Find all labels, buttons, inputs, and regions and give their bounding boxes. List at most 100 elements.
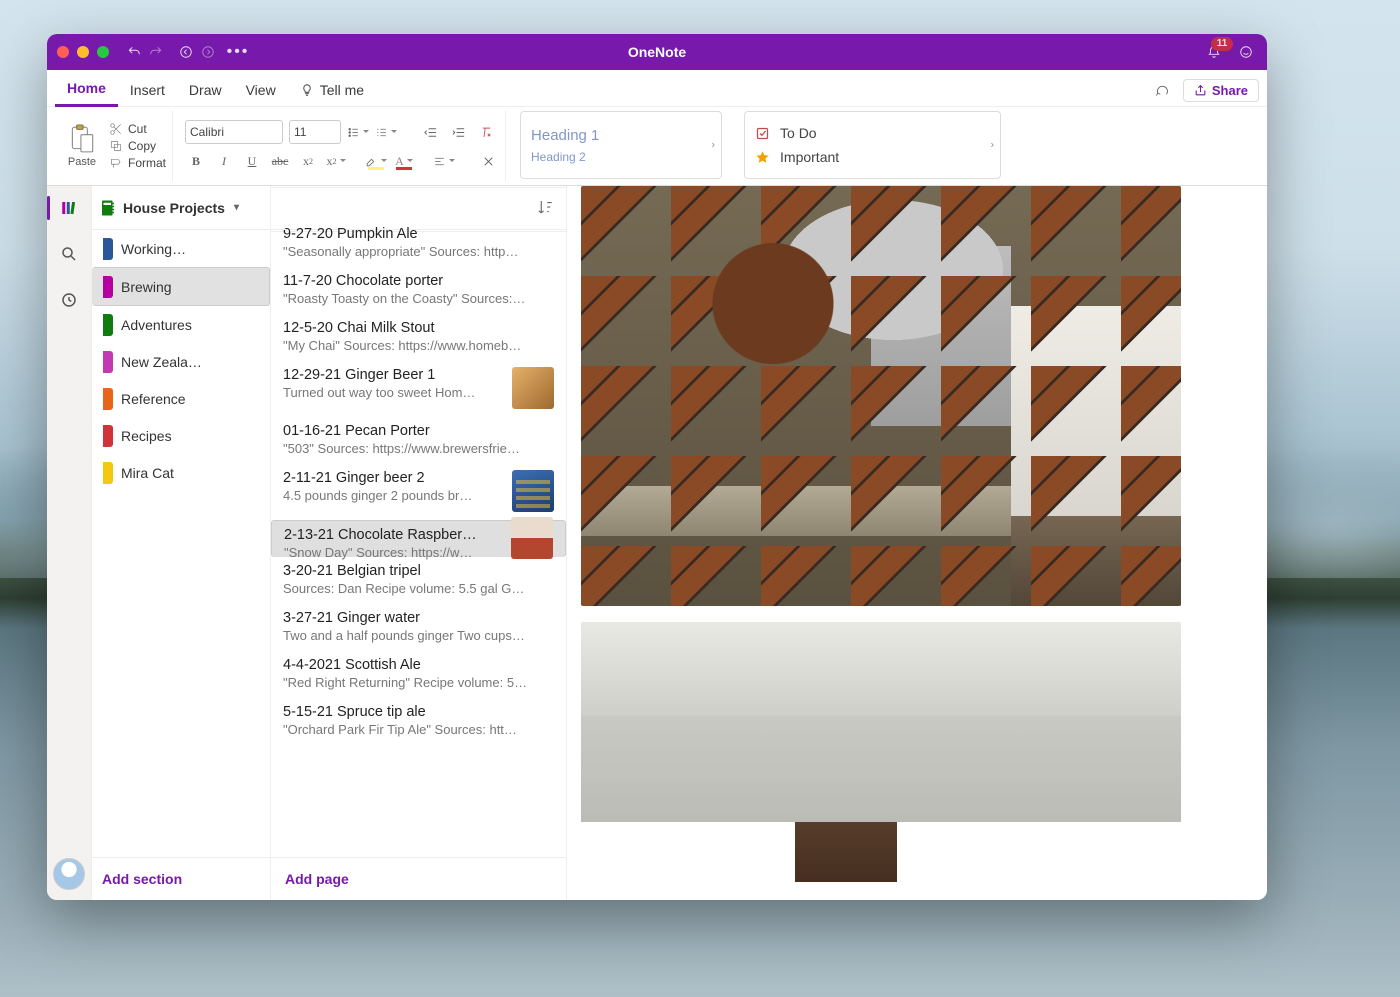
notebook-icon [100,199,116,217]
page-item[interactable]: 01-16-21 Pecan Porter "503" Sources: http… [271,417,566,464]
rail-search[interactable] [55,240,83,268]
page-item[interactable]: 2-13-21 Chocolate Raspber…"Snow Day" Sou… [271,520,566,557]
page-item[interactable]: 5-15-21 Spruce tip ale"Orchard Park Fir … [271,698,566,745]
ribbon-font-group: B I U abc x2 x2 A [179,111,506,181]
italic-button[interactable]: I [213,150,235,172]
fullscreen-window[interactable] [97,46,109,58]
section-item[interactable]: Mira Cat [92,454,270,491]
section-color-tab [103,462,113,484]
nav-back-button[interactable] [175,41,197,63]
tell-me-search[interactable]: Tell me [288,74,376,106]
more-button[interactable]: ••• [227,41,249,63]
page-title: 11-7-20 Chocolate porter [283,273,554,289]
section-color-tab [103,425,113,447]
notebooks-icon [60,199,78,217]
bold-button[interactable]: B [185,150,207,172]
page-snippet: "Red Right Returning" Recipe volume: 5… [283,675,554,690]
strikethrough-button[interactable]: abc [269,150,291,172]
notifications-button[interactable]: 11 [1203,41,1225,63]
app-window: ••• OneNote 11 Home Insert Draw View Tel… [47,34,1267,900]
styles-gallery[interactable]: Heading 1 Heading 2 › [520,111,722,179]
add-page-button[interactable]: Add page [271,857,566,900]
align-button[interactable] [433,150,455,172]
tags-gallery[interactable]: To Do Important › [744,111,1001,179]
font-color-button[interactable]: A [393,150,415,172]
bullets-button[interactable] [347,121,369,143]
section-label: New Zeala… [121,354,202,370]
tag-important[interactable]: Important [755,145,980,169]
tab-view[interactable]: View [234,74,288,106]
tab-home[interactable]: Home [55,72,118,107]
tab-insert[interactable]: Insert [118,74,177,106]
font-size-select[interactable] [289,120,341,144]
rail-notebooks[interactable] [55,194,83,222]
section-color-tab [103,276,113,298]
section-item[interactable]: New Zeala… [92,343,270,380]
page-item[interactable]: 3-20-21 Belgian tripelSources: Dan Recip… [271,557,566,604]
rail-recent[interactable] [55,286,83,314]
copy-button[interactable]: Copy [109,139,166,153]
subscript-button[interactable]: x2 [297,150,319,172]
redo-button[interactable] [145,41,167,63]
highlight-button[interactable] [365,150,387,172]
embedded-image[interactable] [581,186,1181,606]
section-item[interactable]: Working… [92,230,270,267]
format-painter-icon [109,156,123,170]
section-item[interactable]: Recipes [92,417,270,454]
notebook-picker[interactable]: House Projects ▾ [92,186,286,230]
sort-pages-button[interactable] [534,175,556,197]
cut-button[interactable]: Cut [109,122,166,136]
tag-todo[interactable]: To Do [755,121,980,145]
nav-forward-button[interactable] [197,41,219,63]
sort-pages-button[interactable] [536,198,554,221]
section-item[interactable]: Adventures [92,306,270,343]
workspace: House Projects ▾ Working…Brewing Adventur… [47,186,1267,900]
menu-tabs: Home Insert Draw View Tell me Share [47,70,1267,107]
section-item[interactable]: Reference [92,380,270,417]
add-section-button[interactable]: Add section [92,857,270,900]
paste-button[interactable]: Paste [59,124,105,168]
star-icon [755,150,770,165]
page-item[interactable]: 12-29-21 Ginger Beer 1Turned out way too… [271,361,566,417]
section-label: Reference [121,391,186,407]
page-item[interactable]: 3-27-21 Ginger water Two and a half pound… [271,604,566,651]
share-button[interactable]: Share [1183,79,1259,102]
section-label: Adventures [121,317,192,333]
minimize-window[interactable] [77,46,89,58]
clock-icon [60,291,78,309]
close-window[interactable] [57,46,69,58]
page-item[interactable]: 9-27-20 Pumpkin Ale"Seasonally appropria… [271,232,566,267]
numbering-button[interactable] [375,121,397,143]
clear-formatting-button[interactable] [475,121,497,143]
page-title: 01-16-21 Pecan Porter [283,423,554,439]
tell-me-label: Tell me [320,82,364,98]
page-snippet: Two and a half pounds ginger Two cups… [283,628,554,643]
sync-status-icon[interactable] [1151,80,1173,102]
page-item[interactable]: 2-11-21 Ginger beer 24.5 pounds ginger 2… [271,464,566,520]
page-item[interactable]: 4-4-2021 Scottish Ale"Red Right Returnin… [271,651,566,698]
format-painter-button[interactable]: Format [109,156,166,170]
superscript-button[interactable]: x2 [325,150,347,172]
undo-button[interactable] [123,41,145,63]
note-canvas[interactable] [567,186,1267,900]
page-list: 9-27-20 Pumpkin Ale"Seasonally appropria… [271,187,566,857]
section-item[interactable]: Brewing [92,267,270,306]
outdent-button[interactable] [419,121,441,143]
section-label: Recipes [121,428,172,444]
underline-button[interactable]: U [241,150,263,172]
section-panel: House Projects ▾ Working…BrewingAdventur… [92,186,271,900]
section-color-tab [103,238,113,260]
page-snippet: Turned out way too sweet Hom… [283,385,504,400]
page-snippet: "503" Sources: https://www.brewersfrie… [283,441,554,456]
page-title: 3-27-21 Ginger water [283,610,554,626]
embedded-image[interactable] [581,622,1181,882]
account-avatar[interactable] [53,858,85,890]
delete-button[interactable] [477,150,499,172]
font-family-select[interactable] [185,120,283,144]
page-thumbnail [511,517,553,559]
page-item[interactable]: 12-5-20 Chai Milk Stout"My Chai" Sources… [271,314,566,361]
indent-button[interactable] [447,121,469,143]
tab-draw[interactable]: Draw [177,74,234,106]
feedback-smile-button[interactable] [1235,41,1257,63]
page-item[interactable]: 11-7-20 Chocolate porter"Roasty Toasty o… [271,267,566,314]
